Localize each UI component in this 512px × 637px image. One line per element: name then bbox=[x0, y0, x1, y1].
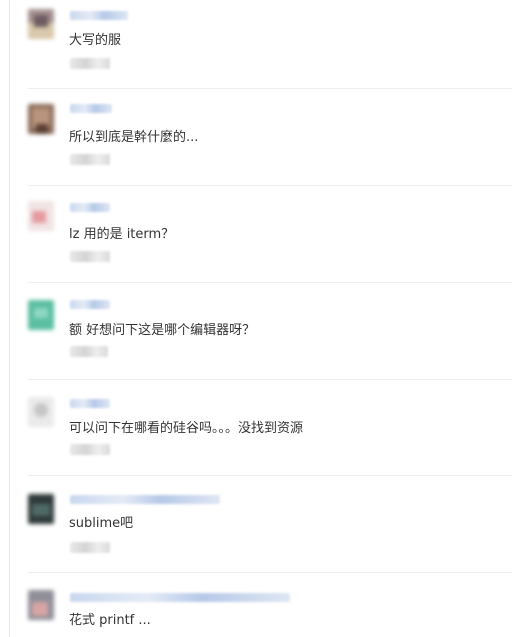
timestamp bbox=[70, 251, 110, 262]
username[interactable] bbox=[70, 300, 110, 309]
username[interactable] bbox=[70, 593, 290, 602]
user-avatar[interactable] bbox=[28, 397, 54, 427]
timestamp bbox=[70, 154, 110, 165]
comment-item: sublime吧 bbox=[0, 476, 512, 573]
username[interactable] bbox=[70, 11, 128, 20]
user-avatar[interactable] bbox=[28, 590, 54, 620]
username[interactable] bbox=[70, 104, 112, 113]
comment-item: 可以问下在哪看的硅谷吗。。。没找到资源 bbox=[0, 380, 512, 476]
timestamp bbox=[70, 346, 108, 357]
timestamp bbox=[70, 444, 110, 455]
comment-item: 所以到底是幹什麼的... bbox=[0, 89, 512, 186]
username[interactable] bbox=[70, 203, 110, 212]
user-avatar[interactable] bbox=[28, 201, 54, 231]
user-avatar[interactable] bbox=[28, 104, 54, 134]
comment-item: lz 用的是 iterm？ bbox=[0, 186, 512, 283]
comment-text: 所以到底是幹什麼的... bbox=[69, 130, 199, 145]
username[interactable] bbox=[70, 495, 220, 504]
comment-text: sublime吧 bbox=[69, 516, 134, 531]
comment-text: 可以问下在哪看的硅谷吗。。。没找到资源 bbox=[69, 421, 304, 436]
comment-text: 额 好想问下这是哪个编辑器呀？ bbox=[69, 323, 256, 338]
user-avatar[interactable] bbox=[28, 494, 54, 524]
username[interactable] bbox=[70, 399, 110, 408]
comment-item: 花式 printf ... bbox=[0, 573, 512, 637]
comment-item: 大写的服 bbox=[0, 0, 512, 89]
comment-text: 花式 printf ... bbox=[69, 613, 151, 628]
user-avatar[interactable] bbox=[28, 9, 54, 39]
comment-text: 大写的服 bbox=[69, 33, 122, 48]
user-avatar[interactable] bbox=[28, 300, 54, 330]
timestamp bbox=[70, 542, 110, 553]
timestamp bbox=[70, 58, 110, 69]
comment-text: lz 用的是 iterm？ bbox=[69, 227, 175, 242]
comment-item: 额 好想问下这是哪个编辑器呀？ bbox=[0, 283, 512, 380]
